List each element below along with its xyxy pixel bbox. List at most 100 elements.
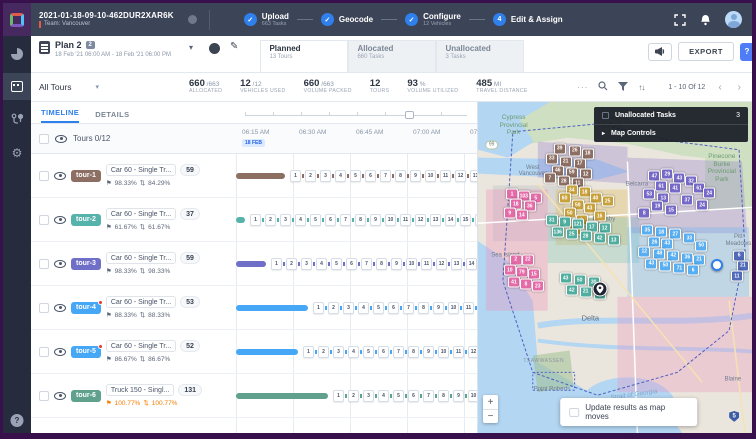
stop-chip[interactable]: 11: [463, 302, 474, 314]
vehicle-name[interactable]: Car 60 - Single Tr...: [106, 252, 176, 264]
sidebar-item-dashboard[interactable]: [3, 40, 31, 67]
stop-chip[interactable]: 12: [455, 170, 466, 182]
tour-row-tour-3[interactable]: tour-3Car 60 - Single Tr...59⚑98.33%⇅98.…: [31, 242, 477, 286]
stop-chip[interactable]: 8: [408, 346, 419, 358]
sidebar-item-routes[interactable]: [3, 106, 31, 133]
stop-marker[interactable]: 43: [645, 258, 657, 269]
stop-chip[interactable]: 1: [313, 302, 324, 314]
stop-marker[interactable]: 61: [655, 181, 667, 192]
stop-chip[interactable]: 13: [430, 214, 441, 226]
stop-marker[interactable]: 136: [552, 227, 564, 238]
stop-marker[interactable]: 50: [659, 260, 671, 271]
unallocated-checkbox[interactable]: [602, 112, 609, 119]
stop-chip[interactable]: 6: [325, 214, 336, 226]
stop-marker[interactable]: 13: [608, 235, 620, 246]
stop-chip[interactable]: 3: [343, 302, 354, 314]
select-all-checkbox[interactable]: [39, 134, 49, 144]
visibility-eye-icon[interactable]: [55, 135, 67, 143]
tour-checkbox[interactable]: [39, 215, 49, 225]
tour-visibility-icon[interactable]: [54, 304, 66, 312]
stop-chip[interactable]: 2: [265, 214, 276, 226]
stop-chip[interactable]: 10: [406, 258, 417, 270]
stop-chip[interactable]: 6: [346, 258, 357, 270]
stop-chip[interactable]: 10: [385, 214, 396, 226]
stop-chip[interactable]: 7: [393, 346, 404, 358]
plan-tab-planned[interactable]: Planned13 Tours: [260, 40, 348, 72]
stop-chip[interactable]: 9: [370, 214, 381, 226]
stop-marker[interactable]: 43: [560, 273, 572, 284]
app-logo[interactable]: [3, 3, 31, 36]
plan-tab-unallocated[interactable]: Unallocated3 Tasks: [436, 40, 524, 72]
tour-gantt[interactable]: 12345678910111213141516: [236, 374, 477, 417]
stop-chip[interactable]: 4: [378, 390, 389, 402]
tour-visibility-icon[interactable]: [54, 172, 66, 180]
stop-chip[interactable]: 5: [350, 170, 361, 182]
tab-timeline[interactable]: TIMELINE: [41, 108, 79, 123]
stop-chip[interactable]: 9: [453, 390, 464, 402]
vehicle-name[interactable]: Truck 150 - Singl...: [106, 384, 175, 396]
stop-chip[interactable]: 3: [333, 346, 344, 358]
tour-visibility-icon[interactable]: [54, 392, 66, 400]
stop-marker[interactable]: 6: [687, 265, 699, 276]
stop-marker[interactable]: 25: [602, 196, 614, 207]
stop-marker[interactable]: 11: [731, 271, 743, 282]
stop-chip[interactable]: 5: [363, 346, 374, 358]
stop-chip[interactable]: 2: [318, 346, 329, 358]
stop-marker[interactable]: 12: [638, 246, 650, 257]
tour-gantt[interactable]: 12345678910111213: [236, 330, 477, 373]
stop-marker[interactable]: 33: [683, 233, 695, 244]
tour-row-tour-4[interactable]: tour-4Car 60 - Single Tr...53⚑88.33%⇅88.…: [31, 286, 477, 330]
stop-chip[interactable]: 1: [333, 390, 344, 402]
stop-marker[interactable]: 60: [559, 193, 571, 204]
stop-chip[interactable]: 8: [376, 258, 387, 270]
stop-marker[interactable]: 26: [648, 237, 660, 248]
stop-chip[interactable]: 1: [250, 214, 261, 226]
stop-chip[interactable]: 10: [425, 170, 436, 182]
filter-icon[interactable]: [618, 78, 628, 96]
stop-marker[interactable]: 26: [569, 145, 581, 156]
stop-chip[interactable]: 14: [466, 258, 477, 270]
stop-chip[interactable]: 1: [290, 170, 301, 182]
stop-chip[interactable]: 4: [358, 302, 369, 314]
stop-marker[interactable]: 7: [544, 173, 556, 184]
stop-chip[interactable]: 13: [470, 170, 477, 182]
stop-chip[interactable]: 3: [363, 390, 374, 402]
stop-chip[interactable]: 11: [453, 346, 464, 358]
stop-chip[interactable]: 2: [328, 302, 339, 314]
sidebar-item-plans[interactable]: [3, 73, 31, 100]
stop-marker[interactable]: 42: [566, 285, 578, 296]
stop-marker[interactable]: 24: [696, 200, 708, 211]
stop-marker[interactable]: 8: [520, 279, 532, 290]
export-button[interactable]: EXPORT: [678, 42, 734, 61]
stop-marker[interactable]: 41: [669, 183, 681, 194]
stop-chip[interactable]: 2: [348, 390, 359, 402]
step-geocode[interactable]: ✓Geocode: [321, 13, 373, 26]
zoom-in-button[interactable]: +: [483, 395, 498, 409]
stop-chip[interactable]: 8: [418, 302, 429, 314]
vehicle-name[interactable]: Car 60 - Single Tr...: [106, 164, 176, 176]
stop-marker[interactable]: 23: [532, 281, 544, 292]
tour-row-tour-7[interactable]: tour-7Truck 150 - Singl...10312345678910…: [31, 418, 477, 433]
stop-chip[interactable]: 8: [438, 390, 449, 402]
fullscreen-icon[interactable]: [674, 14, 686, 26]
map-controls-row[interactable]: ▸ Map Controls: [594, 124, 748, 142]
stop-chip[interactable]: 1: [303, 346, 314, 358]
step-edit-assign[interactable]: 4Edit & Assign: [493, 13, 563, 26]
depot-marker[interactable]: [592, 282, 607, 297]
page-prev-button[interactable]: ‹: [715, 82, 724, 93]
stop-chip[interactable]: 7: [403, 302, 414, 314]
update-results-control[interactable]: Update results as map moves: [560, 398, 697, 426]
stop-marker[interactable]: 41: [508, 277, 520, 288]
stop-marker[interactable]: 24: [703, 188, 715, 199]
vehicle-name[interactable]: Car 60 - Single Tr...: [106, 340, 176, 352]
tour-visibility-icon[interactable]: [54, 216, 66, 224]
stop-chip[interactable]: 2: [305, 170, 316, 182]
stop-chip[interactable]: 9: [433, 302, 444, 314]
tour-row-tour-6[interactable]: tour-6Truck 150 - Singl...131⚑100.77%⇅10…: [31, 374, 477, 418]
tour-filter[interactable]: All Tours ▾: [39, 82, 189, 92]
user-avatar[interactable]: [725, 11, 742, 28]
stop-marker[interactable]: 8: [638, 208, 650, 219]
stop-chip[interactable]: 6: [365, 170, 376, 182]
stop-chip[interactable]: 12: [415, 214, 426, 226]
more-menu[interactable]: ···: [577, 83, 588, 92]
